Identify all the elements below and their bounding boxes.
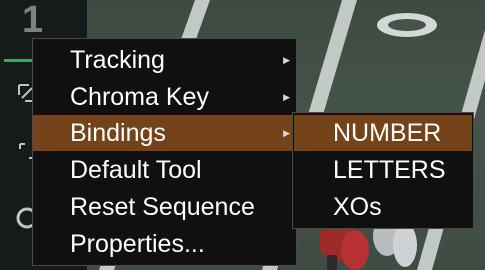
menu-item-label: Chroma Key	[70, 83, 209, 111]
menu-item-properties[interactable]: Properties...	[33, 226, 296, 262]
submenu-item-xos[interactable]: XOs	[294, 189, 472, 225]
submenu-item-number[interactable]: NUMBER	[294, 115, 472, 151]
track-number: 1	[22, 0, 44, 41]
submenu-arrow-icon: ▶	[283, 128, 290, 138]
bindings-submenu: NUMBER LETTERS XOs	[292, 112, 474, 229]
menu-item-tracking[interactable]: Tracking ▶	[33, 42, 296, 78]
submenu-arrow-icon: ▶	[283, 55, 290, 65]
menu-item-label: Default Tool	[70, 156, 202, 184]
menu-item-default-tool[interactable]: Default Tool	[33, 152, 296, 188]
active-tool-indicator	[4, 59, 34, 62]
menu-item-bindings[interactable]: Bindings ▶	[33, 115, 296, 151]
menu-item-label: Tracking	[70, 46, 165, 74]
submenu-item-letters[interactable]: LETTERS	[294, 152, 472, 188]
submenu-arrow-icon: ▶	[283, 92, 290, 102]
context-menu: Tracking ▶ Chroma Key ▶ Bindings ▶ Defau…	[32, 38, 297, 266]
menu-item-reset-sequence[interactable]: Reset Sequence	[33, 189, 296, 225]
menu-item-chroma-key[interactable]: Chroma Key ▶	[33, 79, 296, 115]
menu-item-label: Bindings	[70, 119, 166, 147]
menu-item-label: Properties...	[70, 230, 205, 258]
menu-item-label: Reset Sequence	[70, 193, 255, 221]
